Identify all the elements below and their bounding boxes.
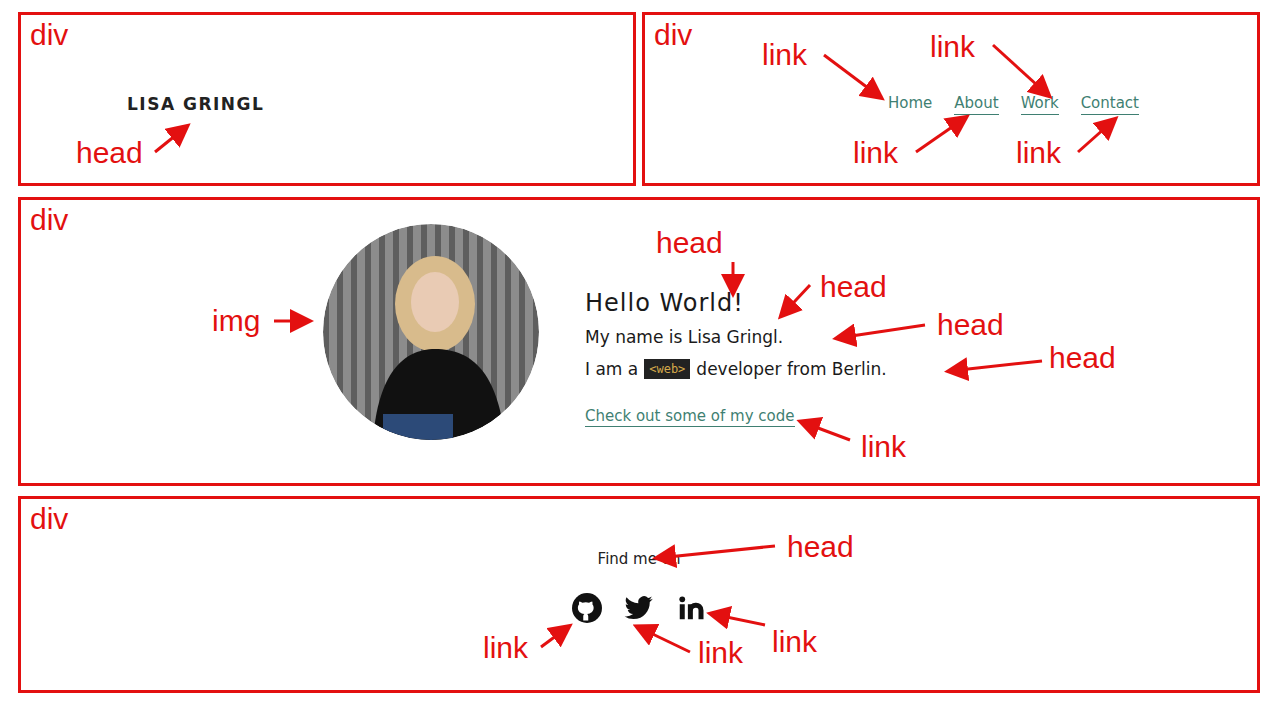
- annotation-arrow: [1078, 120, 1114, 152]
- annotation-label: head: [76, 138, 143, 168]
- hero-text: Hello World! My name is Lisa Gringl. I a…: [585, 288, 887, 427]
- annotation-arrow: [712, 614, 765, 625]
- hero-div-box: div Hello World! My name is Lisa Gringl.…: [18, 197, 1260, 486]
- social-links: [572, 593, 706, 623]
- role-prefix: I am a: [585, 356, 638, 382]
- annotation-arrow: [732, 262, 735, 292]
- box-label: div: [30, 205, 68, 235]
- annotation-arrow: [274, 320, 308, 323]
- annotation-overlay: head link link link link img head head head head l…: [0, 0, 1282, 711]
- github-icon[interactable]: [572, 593, 602, 623]
- nav-bar: Home About Work Contact: [888, 94, 1139, 115]
- nav-link[interactable]: Home: [888, 94, 932, 115]
- annotation-arrow: [658, 546, 775, 558]
- photo-placeholder-icon: [323, 224, 539, 440]
- web-badge: <web>: [644, 359, 690, 379]
- box-label: div: [30, 504, 68, 534]
- code-link[interactable]: Check out some of my code: [585, 406, 795, 427]
- header-div-box: div LISA GRINGL: [18, 12, 636, 186]
- greeting-heading: Hello World!: [585, 288, 744, 318]
- annotation-arrow: [541, 627, 568, 647]
- name-heading: My name is Lisa Gringl.: [585, 326, 783, 348]
- annotation-label: link: [762, 40, 807, 70]
- annotation-arrows: [0, 0, 1282, 711]
- find-me-heading: Find me on: [598, 549, 681, 569]
- annotation-label: head: [656, 228, 723, 258]
- annotation-arrow: [950, 361, 1042, 371]
- annotation-label: img: [212, 306, 260, 336]
- twitter-bird-icon[interactable]: [624, 593, 654, 623]
- annotation-label: link: [1016, 138, 1061, 168]
- annotation-label: link: [698, 638, 743, 668]
- annotation-label: link: [853, 138, 898, 168]
- annotation-label: link: [772, 627, 817, 657]
- annotation-label: head: [1049, 343, 1116, 373]
- role-suffix: developer from Berlin.: [696, 356, 886, 382]
- site-logo[interactable]: LISA GRINGL: [127, 94, 264, 114]
- box-label: div: [30, 20, 68, 50]
- annotation-label: head: [937, 310, 1004, 340]
- role-heading: I am a <web> developer from Berlin.: [585, 356, 887, 382]
- nav-link[interactable]: About: [954, 94, 998, 115]
- annotation-arrow: [155, 127, 186, 152]
- annotation-label: link: [930, 32, 975, 62]
- annotation-arrow: [916, 118, 965, 152]
- nav-link[interactable]: Work: [1021, 94, 1059, 115]
- annotation-label: head: [820, 272, 887, 302]
- annotation-label: head: [787, 532, 854, 562]
- annotation-arrow: [993, 45, 1048, 95]
- profile-photo: [323, 224, 539, 440]
- box-label: div: [654, 20, 692, 50]
- linkedin-icon[interactable]: [676, 593, 706, 623]
- annotation-label: link: [483, 633, 528, 663]
- annotation-arrow: [782, 285, 810, 315]
- footer-div-box: div Find me on: [18, 496, 1260, 693]
- annotated-page: div LISA GRINGL div Home About Work Contact…: [0, 0, 1282, 711]
- annotation-arrow: [802, 422, 850, 440]
- annotation-label: link: [861, 432, 906, 462]
- annotation-arrow: [638, 627, 690, 652]
- annotation-arrow: [824, 55, 880, 97]
- annotation-arrow: [838, 325, 925, 338]
- nav-div-box: div Home About Work Contact: [642, 12, 1260, 186]
- nav-link[interactable]: Contact: [1081, 94, 1139, 115]
